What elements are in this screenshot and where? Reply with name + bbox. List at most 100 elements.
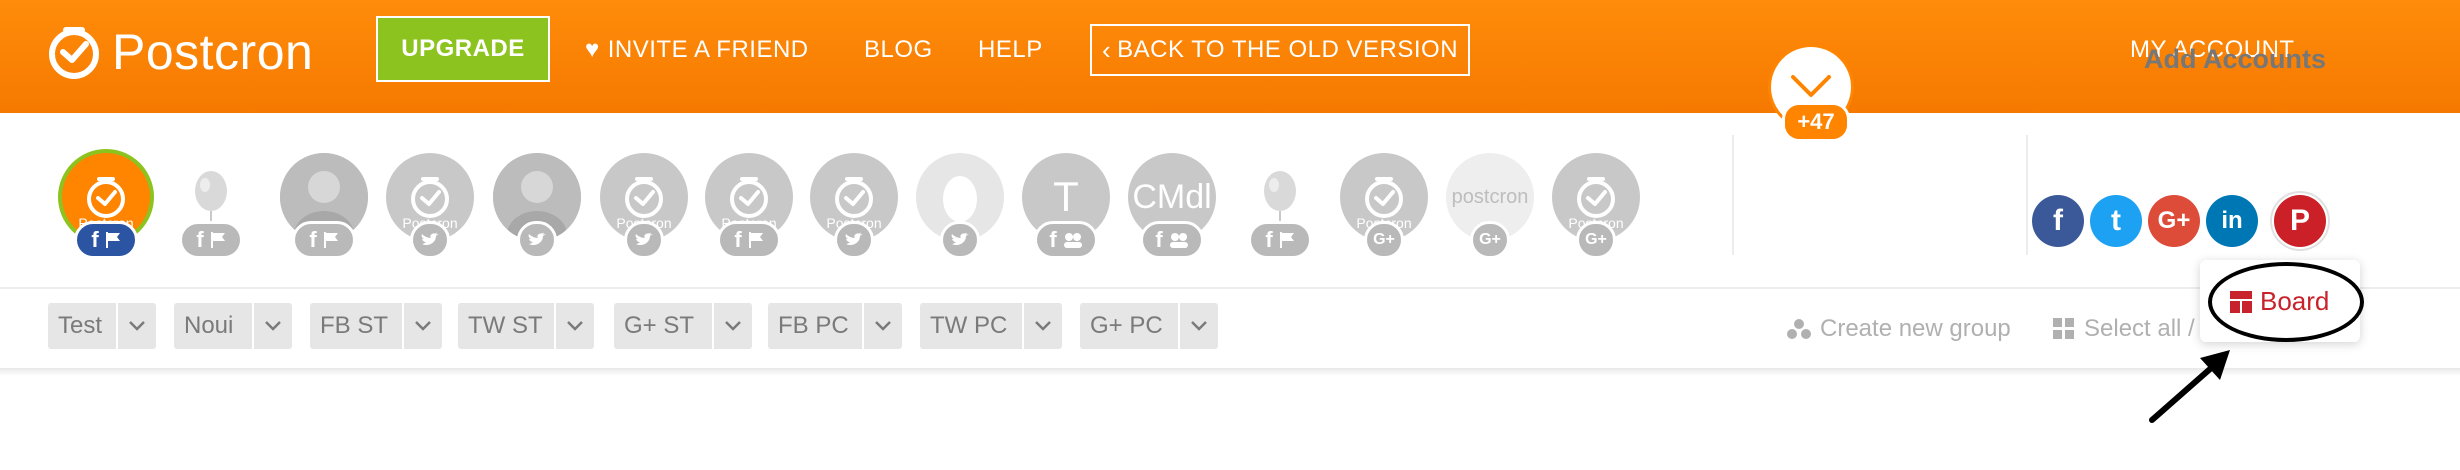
- network-badge: [940, 221, 980, 259]
- add-linkedin-button[interactable]: in: [2206, 195, 2258, 247]
- pinterest-icon: P: [2289, 204, 2310, 237]
- group-icon: [1063, 233, 1082, 248]
- add-accounts-title: Add Accounts: [2144, 44, 2326, 74]
- network-badge: f: [717, 221, 781, 259]
- group-selector[interactable]: G+ ST: [614, 303, 752, 349]
- add-google-plus-button[interactable]: G+: [2148, 195, 2200, 247]
- network-badge: G+: [1364, 221, 1404, 259]
- select-all-button[interactable]: Select all /: [2052, 315, 2195, 343]
- network-badge: G+: [1470, 221, 1510, 259]
- postcron-logo-icon: [1365, 177, 1403, 218]
- group-selector[interactable]: G+ PC: [1080, 303, 1218, 349]
- blog-link[interactable]: BLOG: [864, 36, 933, 64]
- group-name: G+ ST: [624, 312, 695, 339]
- group-selector[interactable]: FB ST: [310, 303, 442, 349]
- flag-icon: [748, 232, 763, 248]
- google-plus-icon: G+: [1373, 231, 1395, 248]
- create-new-group-button[interactable]: Create new group: [1786, 315, 2011, 343]
- twitter-icon: t: [2111, 204, 2121, 237]
- account-avatar[interactable]: PostcronG+: [1552, 153, 1640, 259]
- postcron-logo-icon: [625, 177, 663, 218]
- group-selector[interactable]: Test: [48, 303, 156, 349]
- brand-name: Postcron: [112, 24, 314, 80]
- account-avatar[interactable]: f: [1236, 153, 1324, 259]
- network-badge: [834, 221, 874, 259]
- group-dropdown-toggle[interactable]: [712, 303, 752, 349]
- social-accounts-strip: PostcronfffPostcronPostcronPostcronfPost…: [0, 113, 2460, 288]
- group-dropdown-toggle[interactable]: [554, 303, 594, 349]
- twitter-icon: [845, 232, 863, 246]
- heart-icon: ♥: [585, 36, 600, 63]
- create-new-group-label: Create new group: [1820, 315, 2011, 342]
- help-link[interactable]: HELP: [978, 36, 1043, 64]
- account-avatar[interactable]: f: [280, 153, 368, 259]
- group-selector[interactable]: Noui: [174, 303, 292, 349]
- flag-icon: [105, 232, 120, 248]
- account-avatar[interactable]: CMdl f: [1128, 153, 1216, 259]
- back-to-old-version-button[interactable]: ‹ BACK TO THE OLD VERSION: [1090, 24, 1470, 76]
- account-avatar[interactable]: f: [167, 153, 255, 259]
- add-facebook-button[interactable]: f: [2032, 195, 2084, 247]
- network-badge: f: [1140, 221, 1204, 259]
- group-selector[interactable]: TW PC: [920, 303, 1062, 349]
- group-selector[interactable]: TW ST: [458, 303, 594, 349]
- facebook-icon: f: [91, 227, 99, 252]
- postcron-logo-icon: [87, 177, 125, 218]
- upgrade-button[interactable]: UPGRADE: [376, 16, 550, 82]
- twitter-icon: [421, 232, 439, 246]
- network-badge: f: [292, 221, 356, 259]
- network-badge: G+: [1576, 221, 1616, 259]
- account-avatar[interactable]: Postcron: [810, 153, 898, 259]
- invite-friend-label: INVITE A FRIEND: [607, 36, 809, 63]
- brand-logo[interactable]: Postcron: [46, 22, 313, 82]
- divider: [2026, 135, 2028, 255]
- group-selector[interactable]: FB PC: [768, 303, 902, 349]
- group-dropdown-toggle[interactable]: [402, 303, 442, 349]
- account-avatar[interactable]: Postcron: [386, 153, 474, 259]
- back-to-old-version-label: BACK TO THE OLD VERSION: [1117, 36, 1459, 63]
- select-all-label: Select all /: [2084, 315, 2195, 342]
- network-badge: f: [1034, 221, 1098, 259]
- google-plus-icon: G+: [1479, 231, 1501, 248]
- facebook-icon: f: [196, 227, 204, 252]
- google-plus-icon: G+: [1585, 231, 1607, 248]
- annotation-arrow-icon: [2149, 350, 2230, 423]
- flag-icon: [210, 232, 225, 248]
- group-dropdown-toggle[interactable]: [1178, 303, 1218, 349]
- account-avatar[interactable]: PostcronG+: [1340, 153, 1428, 259]
- network-badge: [410, 221, 450, 259]
- group-dropdown-toggle[interactable]: [252, 303, 292, 349]
- account-avatar[interactable]: Postcronf: [62, 153, 150, 259]
- account-avatar[interactable]: [493, 153, 581, 259]
- group-dropdown-toggle[interactable]: [116, 303, 156, 349]
- network-badge: f: [1248, 221, 1312, 259]
- add-twitter-button[interactable]: t: [2090, 195, 2142, 247]
- twitter-icon: [635, 232, 653, 246]
- chevron-down-icon: [129, 321, 145, 331]
- group-icon: [1787, 319, 1811, 339]
- group-icon: [1169, 233, 1188, 248]
- chevron-left-icon: ‹: [1101, 34, 1112, 65]
- divider: [1732, 135, 1734, 255]
- bar-shadow: [0, 368, 2460, 376]
- invite-friend-link[interactable]: ♥ INVITE A FRIEND: [585, 36, 809, 64]
- facebook-icon: f: [2053, 204, 2063, 237]
- network-badge: f: [179, 221, 243, 259]
- account-avatar[interactable]: Tf: [1022, 153, 1110, 259]
- postcron-logo-icon: [835, 177, 873, 218]
- group-dropdown-toggle[interactable]: [1022, 303, 1062, 349]
- chevron-down-icon: [567, 321, 583, 331]
- account-avatar[interactable]: postcron G+: [1446, 153, 1534, 259]
- more-accounts-count: +47: [1782, 102, 1850, 142]
- account-avatar[interactable]: Postcron: [600, 153, 688, 259]
- twitter-icon: [951, 232, 969, 246]
- facebook-icon: f: [309, 227, 317, 252]
- account-avatar[interactable]: Postcronf: [705, 153, 793, 259]
- group-name: Test: [58, 312, 103, 339]
- balloon-icon: [1264, 171, 1296, 225]
- chevron-down-icon: [415, 321, 431, 331]
- account-avatar[interactable]: [916, 153, 1004, 259]
- add-pinterest-button[interactable]: P: [2274, 195, 2326, 247]
- group-dropdown-toggle[interactable]: [862, 303, 902, 349]
- chevron-down-icon: [875, 321, 891, 331]
